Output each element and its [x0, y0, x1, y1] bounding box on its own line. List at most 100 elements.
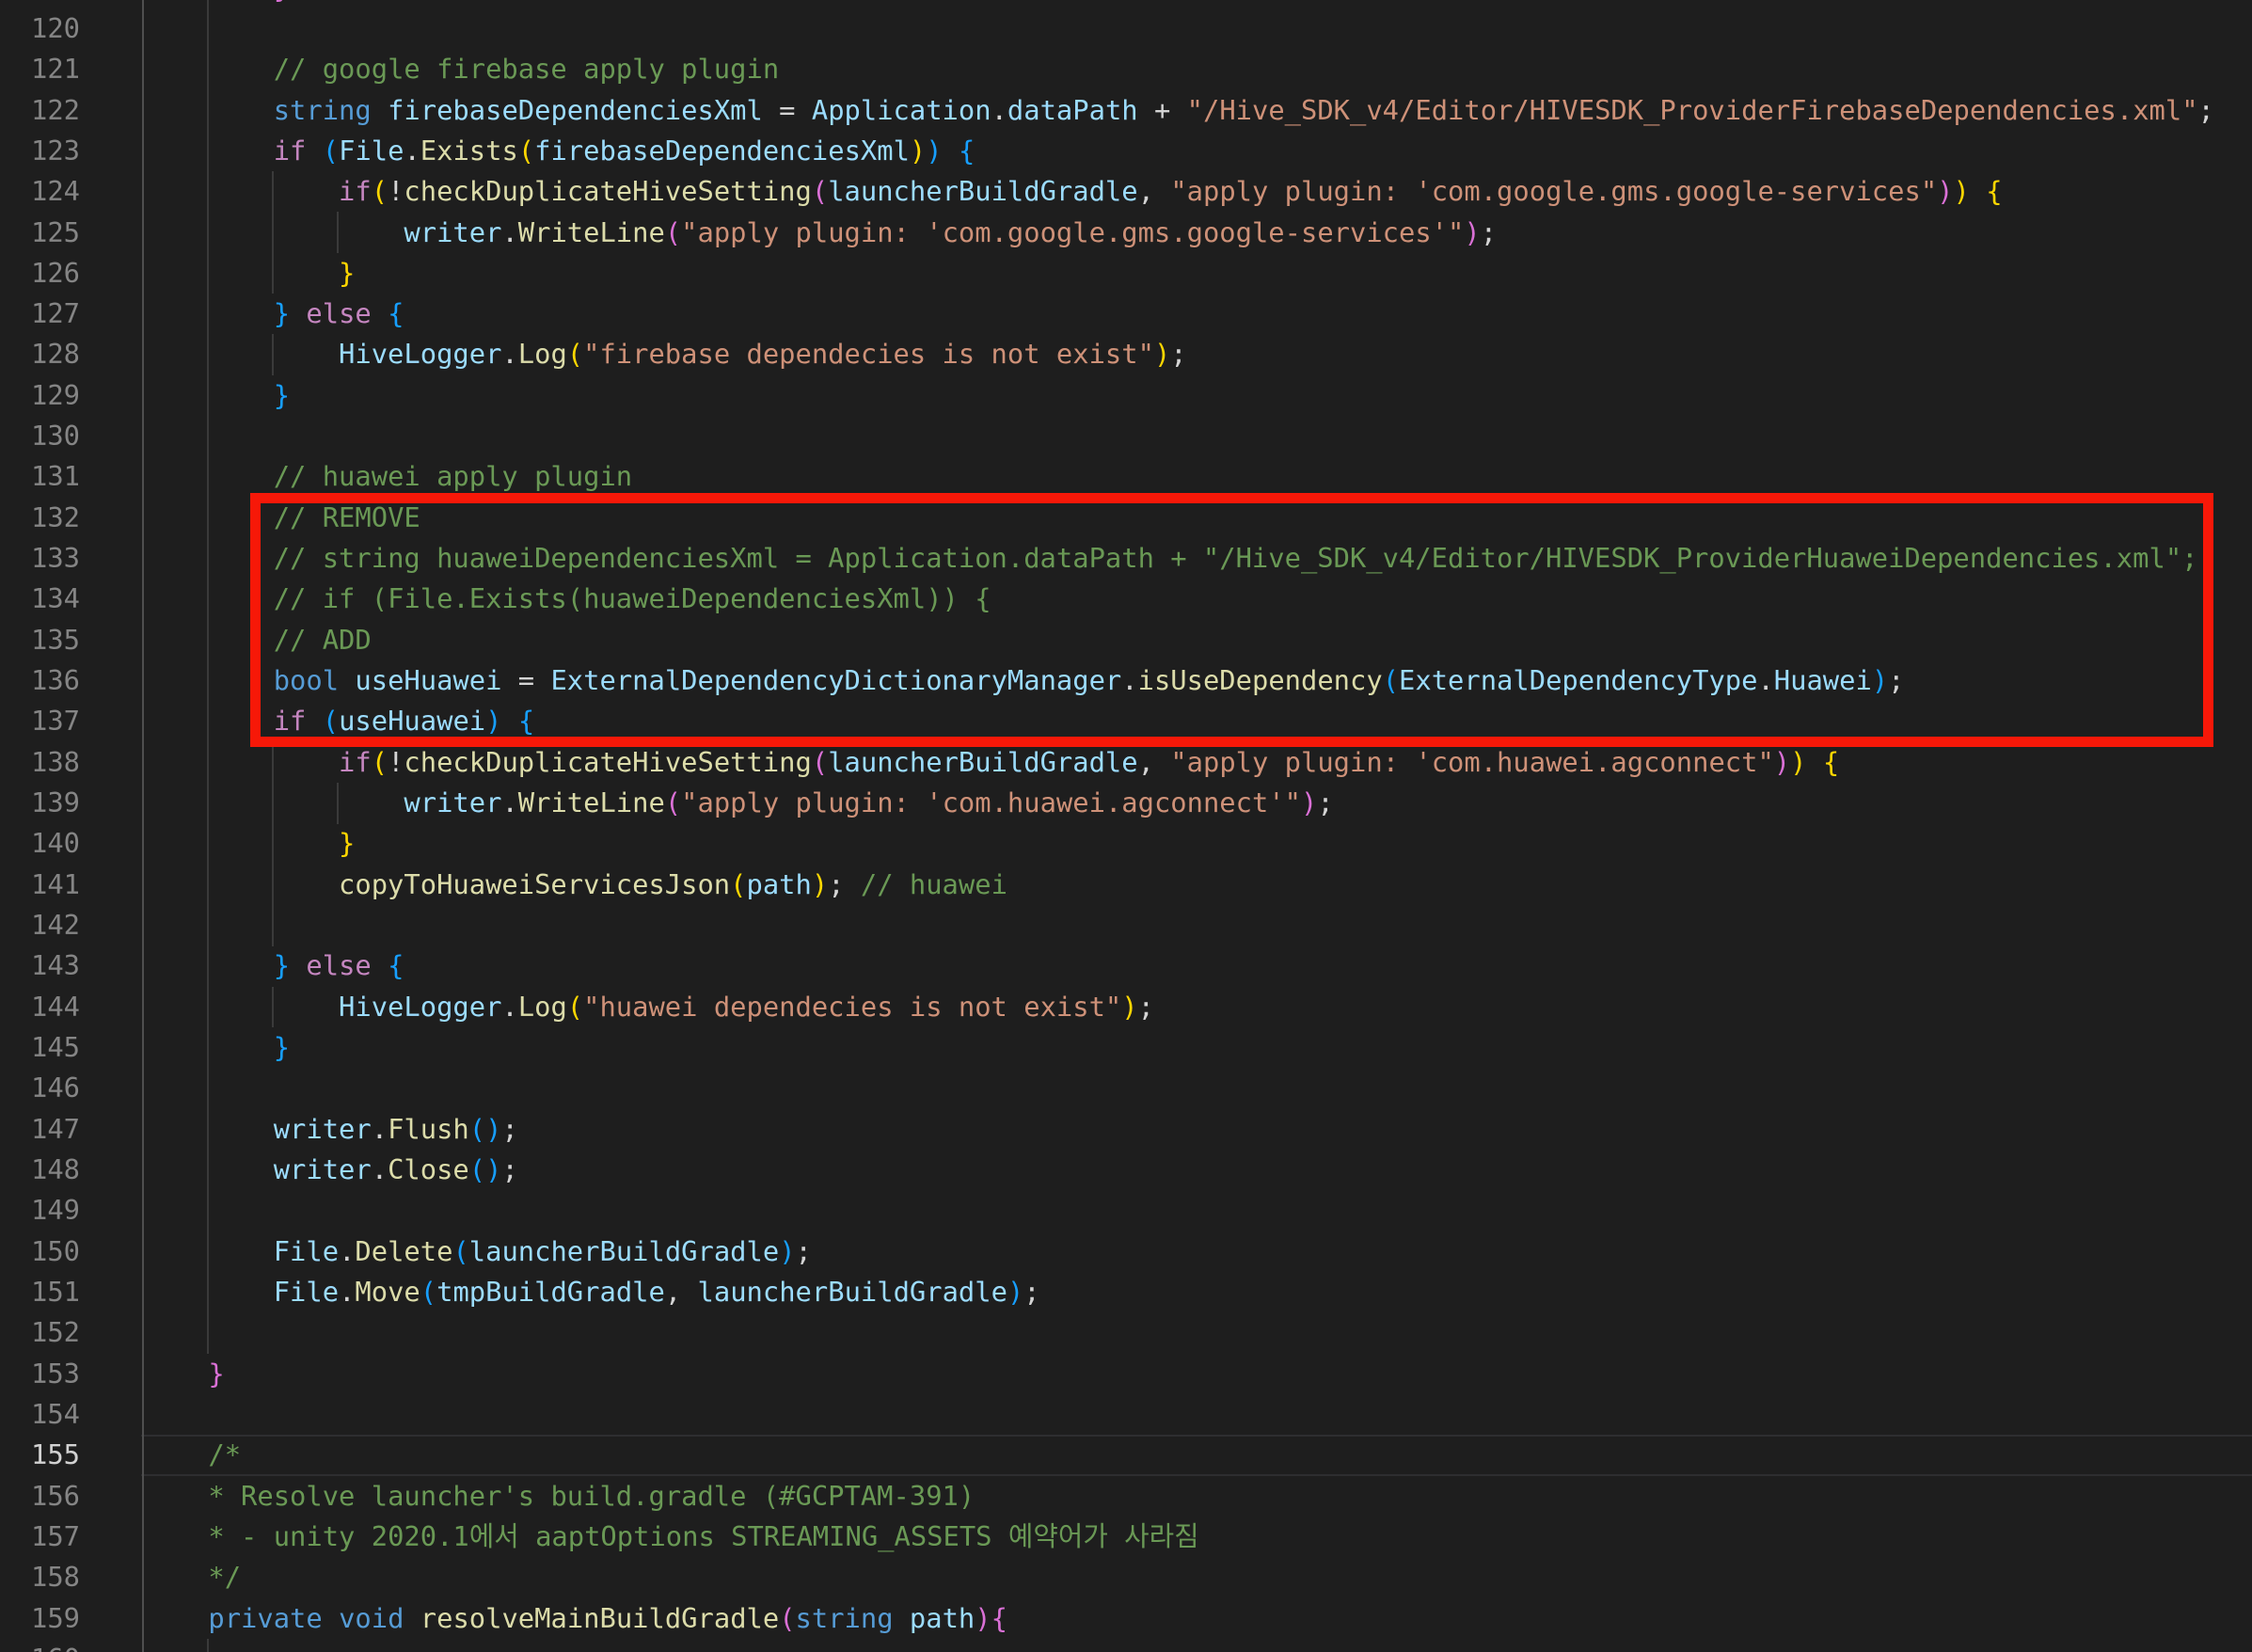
code-line-141[interactable]: 141 copyToHuaweiServicesJson(path); // h… [0, 865, 2252, 905]
code-text: * Resolve launcher's build.gradle (#GCPT… [143, 1476, 975, 1517]
line-number-123[interactable]: 123 [0, 131, 80, 171]
line-number-140[interactable]: 140 [0, 823, 80, 864]
code-line-138[interactable]: 138 if(!checkDuplicateHiveSetting(launch… [0, 742, 2252, 783]
code-editor: }120121 // google firebase apply plugin1… [0, 0, 2252, 1652]
code-text: if(!checkDuplicateHiveSetting(launcherBu… [143, 171, 2003, 212]
line-number-135[interactable]: 135 [0, 620, 80, 660]
line-number-159[interactable]: 159 [0, 1598, 80, 1639]
code-line-146[interactable]: 146 [0, 1068, 2252, 1108]
code-line-149[interactable]: 149 [0, 1190, 2252, 1231]
code-line-155[interactable]: 155 /* [0, 1435, 2252, 1475]
code-line-134[interactable]: 134 // if (File.Exists(huaweiDependencie… [0, 579, 2252, 619]
line-number-145[interactable]: 145 [0, 1027, 80, 1068]
code-line-130[interactable]: 130 [0, 416, 2252, 456]
code-line-125[interactable]: 125 writer.WriteLine("apply plugin: 'com… [0, 213, 2252, 253]
line-number-156[interactable]: 156 [0, 1476, 80, 1517]
line-number-120[interactable]: 120 [0, 8, 80, 49]
code-line-151[interactable]: 151 File.Move(tmpBuildGradle, launcherBu… [0, 1272, 2252, 1312]
code-line-123[interactable]: 123 if (File.Exists(firebaseDependencies… [0, 131, 2252, 171]
line-number-139[interactable]: 139 [0, 783, 80, 823]
line-number-157[interactable]: 157 [0, 1517, 80, 1557]
code-line-153[interactable]: 153 } [0, 1354, 2252, 1394]
code-text: // REMOVE [143, 498, 420, 538]
line-number-133[interactable]: 133 [0, 538, 80, 579]
code-line-148[interactable]: 148 writer.Close(); [0, 1150, 2252, 1190]
code-line-158[interactable]: 158 */ [0, 1557, 2252, 1597]
line-number-126[interactable]: 126 [0, 253, 80, 294]
code-line-132[interactable]: 132 // REMOVE [0, 498, 2252, 538]
code-line-142[interactable]: 142 [0, 905, 2252, 945]
code-line-144[interactable]: 144 HiveLogger.Log("huawei dependecies i… [0, 987, 2252, 1027]
line-number-131[interactable]: 131 [0, 456, 80, 497]
code-line-145[interactable]: 145 } [0, 1027, 2252, 1068]
line-number-151[interactable]: 151 [0, 1272, 80, 1312]
line-number-134[interactable]: 134 [0, 579, 80, 619]
code-line-160[interactable]: 160 [0, 1639, 2252, 1652]
code-text: writer.WriteLine("apply plugin: 'com.goo… [143, 213, 1497, 253]
code-line-120[interactable]: 120 [0, 8, 2252, 49]
line-number-141[interactable]: 141 [0, 865, 80, 905]
code-line-136[interactable]: 136 bool useHuawei = ExternalDependencyD… [0, 660, 2252, 701]
line-number-129[interactable]: 129 [0, 375, 80, 416]
code-line-119[interactable]: } [0, 0, 2252, 8]
line-number-153[interactable]: 153 [0, 1354, 80, 1394]
code-text: * - unity 2020.1에서 aaptOptions STREAMING… [143, 1517, 1199, 1557]
code-line-157[interactable]: 157 * - unity 2020.1에서 aaptOptions STREA… [0, 1517, 2252, 1557]
line-number-149[interactable]: 149 [0, 1190, 80, 1231]
line-number-147[interactable]: 147 [0, 1109, 80, 1150]
code-text: writer.Close(); [143, 1150, 518, 1190]
code-text: File.Move(tmpBuildGradle, launcherBuildG… [143, 1272, 1040, 1312]
line-number-130[interactable]: 130 [0, 416, 80, 456]
code-line-147[interactable]: 147 writer.Flush(); [0, 1109, 2252, 1150]
line-number-155[interactable]: 155 [0, 1435, 80, 1475]
line-number-160[interactable]: 160 [0, 1639, 80, 1652]
code-line-121[interactable]: 121 // google firebase apply plugin [0, 49, 2252, 89]
line-number-124[interactable]: 124 [0, 171, 80, 212]
code-line-154[interactable]: 154 [0, 1394, 2252, 1435]
line-number-143[interactable]: 143 [0, 945, 80, 986]
line-number-122[interactable]: 122 [0, 90, 80, 131]
line-number-128[interactable]: 128 [0, 334, 80, 374]
line-number-152[interactable]: 152 [0, 1312, 80, 1353]
line-number-142[interactable]: 142 [0, 905, 80, 945]
code-line-159[interactable]: 159 private void resolveMainBuildGradle(… [0, 1598, 2252, 1639]
line-number-137[interactable]: 137 [0, 701, 80, 741]
code-line-150[interactable]: 150 File.Delete(launcherBuildGradle); [0, 1231, 2252, 1272]
code-line-124[interactable]: 124 if(!checkDuplicateHiveSetting(launch… [0, 171, 2252, 212]
line-number-138[interactable]: 138 [0, 742, 80, 783]
line-number-148[interactable]: 148 [0, 1150, 80, 1190]
line-number-150[interactable]: 150 [0, 1231, 80, 1272]
line-number-158[interactable]: 158 [0, 1557, 80, 1597]
code-text: HiveLogger.Log("huawei dependecies is no… [143, 987, 1154, 1027]
code-line-140[interactable]: 140 } [0, 823, 2252, 864]
code-text: } [143, 1354, 225, 1394]
code-line-129[interactable]: 129 } [0, 375, 2252, 416]
code-text: // google firebase apply plugin [143, 49, 779, 89]
line-number-136[interactable]: 136 [0, 660, 80, 701]
line-number-146[interactable]: 146 [0, 1068, 80, 1108]
line-number-125[interactable]: 125 [0, 213, 80, 253]
code-line-137[interactable]: 137 if (useHuawei) { [0, 701, 2252, 741]
line-number-144[interactable]: 144 [0, 987, 80, 1027]
code-line-128[interactable]: 128 HiveLogger.Log("firebase dependecies… [0, 334, 2252, 374]
code-text: // huawei apply plugin [143, 456, 632, 497]
code-line-156[interactable]: 156 * Resolve launcher's build.gradle (#… [0, 1476, 2252, 1517]
code-line-126[interactable]: 126 } [0, 253, 2252, 294]
line-number-121[interactable]: 121 [0, 49, 80, 89]
code-text: } [143, 253, 355, 294]
code-line-122[interactable]: 122 string firebaseDependenciesXml = App… [0, 90, 2252, 131]
code-text: // if (File.Exists(huaweiDependenciesXml… [143, 579, 991, 619]
code-line-143[interactable]: 143 } else { [0, 945, 2252, 986]
code-text: writer.Flush(); [143, 1109, 518, 1150]
line-number-154[interactable]: 154 [0, 1394, 80, 1435]
code-line-127[interactable]: 127 } else { [0, 294, 2252, 334]
code-text: if(!checkDuplicateHiveSetting(launcherBu… [143, 742, 1839, 783]
line-number-132[interactable]: 132 [0, 498, 80, 538]
code-line-133[interactable]: 133 // string huaweiDependenciesXml = Ap… [0, 538, 2252, 579]
code-text: } [143, 823, 355, 864]
line-number-127[interactable]: 127 [0, 294, 80, 334]
code-line-135[interactable]: 135 // ADD [0, 620, 2252, 660]
code-line-152[interactable]: 152 [0, 1312, 2252, 1353]
code-line-139[interactable]: 139 writer.WriteLine("apply plugin: 'com… [0, 783, 2252, 823]
code-line-131[interactable]: 131 // huawei apply plugin [0, 456, 2252, 497]
